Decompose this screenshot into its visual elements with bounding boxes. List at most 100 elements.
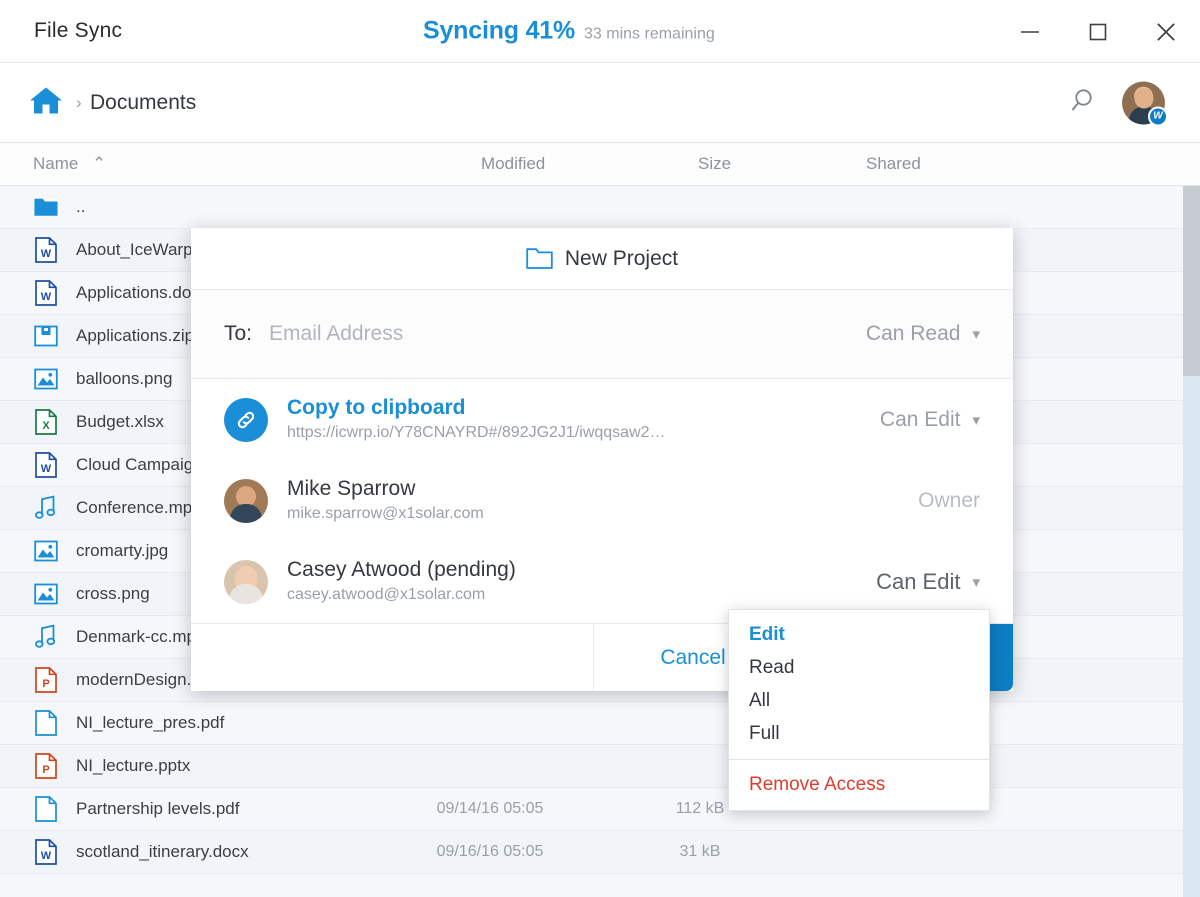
powerpoint-icon: P bbox=[34, 754, 58, 778]
person-permission-label: Can Edit bbox=[876, 569, 960, 595]
avatar bbox=[224, 479, 268, 523]
sort-ascending-icon[interactable]: ⌃ bbox=[92, 154, 106, 174]
footer-spacer bbox=[191, 624, 594, 691]
table-row[interactable]: NI_lecture_pres.pdf bbox=[0, 702, 1183, 745]
sync-status-text: Syncing 41% bbox=[423, 17, 575, 46]
avatar[interactable]: W bbox=[1122, 81, 1165, 124]
link-permission-label: Can Edit bbox=[880, 408, 961, 432]
permission-dropdown-menu: EditReadAllFull Remove Access bbox=[728, 609, 990, 811]
share-link-row: Copy to clipboard https://icwrp.io/Y78CN… bbox=[191, 379, 1013, 460]
person-permission-dropdown[interactable]: Can Edit ▾ bbox=[876, 569, 980, 595]
close-icon bbox=[1153, 19, 1179, 45]
search-icon bbox=[1070, 85, 1100, 115]
file-modified: 09/16/16 05:05 bbox=[410, 843, 570, 861]
file-name: Denmark-cc.mp3 bbox=[76, 627, 205, 647]
chevron-down-icon: ▾ bbox=[972, 325, 980, 343]
person-name: Mike Sparrow bbox=[287, 477, 918, 501]
invite-row: To: Can Read ▾ bbox=[191, 290, 1013, 379]
link-icon[interactable] bbox=[224, 398, 268, 442]
svg-text:W: W bbox=[41, 850, 52, 862]
file-name: Applications.zip bbox=[76, 326, 194, 346]
email-address-input[interactable] bbox=[269, 322, 866, 346]
copy-to-clipboard-link[interactable]: Copy to clipboard bbox=[287, 396, 880, 420]
file-name: cromarty.jpg bbox=[76, 541, 168, 561]
file-name: NI_lecture_pres.pdf bbox=[76, 713, 224, 733]
permission-menu-item[interactable]: All bbox=[729, 684, 989, 717]
link-permission-dropdown[interactable]: Can Edit ▾ bbox=[880, 408, 980, 432]
window-controls bbox=[996, 0, 1200, 63]
sync-status-group: Syncing 41% 33 mins remaining bbox=[423, 17, 715, 46]
person-email: mike.sparrow@x1solar.com bbox=[287, 503, 918, 525]
image-icon bbox=[34, 539, 58, 563]
title-bar: File Sync Syncing 41% 33 mins remaining bbox=[0, 0, 1200, 63]
excel-doc-icon: X bbox=[34, 410, 58, 434]
audio-icon bbox=[34, 625, 58, 649]
person-name: Casey Atwood (pending) bbox=[287, 558, 876, 582]
table-row[interactable]: Partnership levels.pdf09/14/16 05:05112 … bbox=[0, 788, 1183, 831]
person-texts: Mike Sparrow mike.sparrow@x1solar.com bbox=[287, 477, 918, 525]
dialog-title: New Project bbox=[565, 247, 678, 271]
column-header-size[interactable]: Size bbox=[698, 154, 731, 174]
file-name: Applications.docx bbox=[76, 283, 208, 303]
file-name: cross.png bbox=[76, 584, 150, 604]
minimize-icon bbox=[1018, 20, 1042, 44]
svg-text:X: X bbox=[42, 420, 50, 432]
file-name: .. bbox=[76, 197, 85, 217]
scrollbar-thumb[interactable] bbox=[1183, 186, 1200, 376]
share-link-url: https://icwrp.io/Y78CNAYRD#/892JG2J1/iwq… bbox=[287, 422, 880, 444]
table-row[interactable]: Wscotland_itinerary.docx 09/16/16 05:05 31… bbox=[0, 831, 1183, 874]
svg-text:P: P bbox=[42, 678, 49, 690]
close-button[interactable] bbox=[1132, 0, 1200, 63]
share-link-texts: Copy to clipboard https://icwrp.io/Y78CN… bbox=[287, 396, 880, 444]
file-size: 31 kB bbox=[640, 843, 760, 861]
folder-icon bbox=[34, 195, 58, 219]
column-header-row: Name ⌃ Modified Size Shared bbox=[0, 143, 1200, 186]
table-row[interactable]: P NI_lecture.pptx bbox=[0, 745, 1183, 788]
word-doc-icon: W bbox=[34, 281, 58, 305]
maximize-icon bbox=[1086, 20, 1110, 44]
maximize-button[interactable] bbox=[1064, 0, 1132, 63]
file-sync-window: File Sync Syncing 41% 33 mins remaining bbox=[0, 0, 1200, 897]
chevron-down-icon: ▾ bbox=[972, 411, 980, 429]
permission-menu-item[interactable]: Read bbox=[729, 651, 989, 684]
column-header-modified[interactable]: Modified bbox=[481, 154, 545, 174]
image-icon bbox=[34, 367, 58, 391]
home-icon[interactable] bbox=[29, 85, 63, 120]
avatar-badge: W bbox=[1148, 106, 1168, 126]
svg-text:W: W bbox=[41, 248, 52, 260]
table-row[interactable]: .. bbox=[0, 186, 1183, 229]
file-modified: 09/14/16 05:05 bbox=[410, 800, 570, 818]
file-name: NI_lecture.pptx bbox=[76, 756, 190, 776]
avatar bbox=[224, 560, 268, 604]
search-button[interactable] bbox=[1070, 85, 1100, 120]
person-texts: Casey Atwood (pending) casey.atwood@x1so… bbox=[287, 558, 876, 606]
svg-text:W: W bbox=[41, 291, 52, 303]
file-name: Conference.mp3 bbox=[76, 498, 202, 518]
permission-menu-item[interactable]: Full bbox=[729, 717, 989, 750]
audio-icon bbox=[34, 496, 58, 520]
image-icon bbox=[34, 582, 58, 606]
breadcrumb-bar: › Documents W bbox=[0, 63, 1200, 143]
permission-menu-item[interactable]: Edit bbox=[729, 618, 989, 651]
archive-icon bbox=[34, 324, 58, 348]
svg-text:P: P bbox=[42, 764, 49, 776]
remove-access-menu-item[interactable]: Remove Access bbox=[729, 760, 989, 810]
breadcrumb-separator: › bbox=[76, 93, 82, 113]
sync-remaining-text: 33 mins remaining bbox=[584, 26, 715, 44]
word-doc-icon: W bbox=[34, 453, 58, 477]
app-title: File Sync bbox=[34, 19, 122, 43]
breadcrumb-current[interactable]: Documents bbox=[90, 91, 196, 115]
word-doc-icon: W bbox=[34, 238, 58, 262]
chevron-down-icon: ▾ bbox=[972, 573, 980, 591]
column-header-name[interactable]: Name bbox=[33, 154, 78, 174]
invite-permission-dropdown[interactable]: Can Read ▾ bbox=[866, 322, 980, 346]
generic-doc-icon bbox=[34, 797, 58, 821]
file-name: scotland_itinerary.docx bbox=[76, 842, 249, 862]
person-permission-label: Owner bbox=[918, 489, 980, 513]
to-label: To: bbox=[224, 322, 252, 346]
invite-permission-label: Can Read bbox=[866, 322, 961, 346]
minimize-button[interactable] bbox=[996, 0, 1064, 63]
svg-text:W: W bbox=[41, 463, 52, 475]
column-header-shared[interactable]: Shared bbox=[866, 154, 921, 174]
person-email: casey.atwood@x1solar.com bbox=[287, 584, 876, 606]
